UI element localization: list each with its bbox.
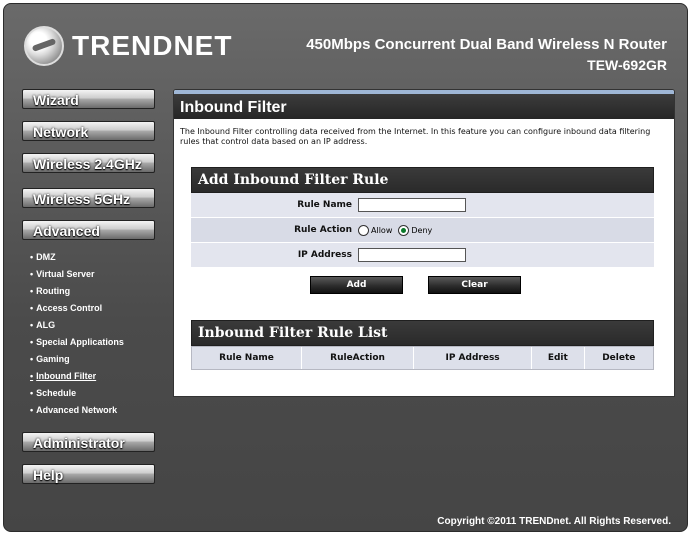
submenu-item-dmz[interactable]: • DMZ — [30, 249, 124, 266]
ip-address-label: IP Address — [297, 250, 352, 260]
product-title: 450Mbps Concurrent Dual Band Wireless N … — [306, 36, 667, 53]
bullet-icon: • — [30, 405, 34, 415]
advanced-submenu: • DMZ • Virtual Server • Routing • Access Co… — [30, 249, 124, 419]
rule-list-panel: Inbound Filter Rule List Rule Name RuleA… — [191, 320, 654, 370]
bullet-icon: • — [30, 371, 34, 381]
product-header: 450Mbps Concurrent Dual Band Wireless N … — [306, 34, 667, 76]
rule-action-row: Rule Action Allow Deny — [191, 218, 654, 243]
allow-radio[interactable] — [358, 224, 369, 236]
rule-list-header: Rule Name RuleAction IP Address Edit Del… — [191, 346, 654, 370]
deny-radio[interactable] — [398, 224, 410, 236]
menu-wireless-5ghz-button[interactable]: Wireless 5GHz — [22, 188, 155, 208]
add-rule-panel: Add Inbound Filter Rule Rule Name Rule A… — [191, 167, 654, 298]
bullet-icon: • — [30, 320, 34, 330]
column-edit: Edit — [532, 347, 585, 369]
bullet-icon: • — [30, 303, 34, 313]
clear-button[interactable]: Clear — [428, 276, 521, 294]
trendnet-logo: TRENDNET — [24, 26, 232, 66]
menu-network-button[interactable]: Network — [22, 121, 155, 141]
column-rule-action: RuleAction — [302, 347, 415, 369]
submenu-item-access-control[interactable]: • Access Control — [30, 300, 124, 317]
submenu-item-schedule[interactable]: • Schedule — [30, 385, 124, 402]
submenu-item-gaming[interactable]: • Gaming — [30, 351, 124, 368]
ip-address-input[interactable] — [358, 248, 466, 262]
trendnet-logo-icon — [24, 26, 64, 66]
allow-label: Allow — [371, 225, 393, 235]
main-content: Inbound Filter The Inbound Filter contro… — [173, 89, 675, 397]
page-description: The Inbound Filter controlling data rece… — [180, 127, 651, 146]
rule-name-row: Rule Name — [191, 193, 654, 218]
bullet-icon: • — [30, 388, 34, 398]
add-rule-heading: Add Inbound Filter Rule — [191, 167, 654, 193]
copyright-footer: Copyright ©2011 TRENDnet. All Rights Res… — [437, 516, 671, 527]
router-admin-window: TRENDNET 450Mbps Concurrent Dual Band Wi… — [3, 3, 688, 532]
rule-name-input[interactable] — [358, 198, 466, 212]
rule-action-label: Rule Action — [294, 225, 352, 235]
rule-list-heading: Inbound Filter Rule List — [191, 320, 654, 346]
rule-name-label: Rule Name — [297, 200, 352, 210]
bullet-icon: • — [30, 252, 34, 262]
submenu-item-routing[interactable]: • Routing — [30, 283, 124, 300]
rule-action-radio-group: Allow Deny — [358, 224, 438, 236]
menu-wireless-24ghz-button[interactable]: Wireless 2.4GHz — [22, 153, 155, 173]
submenu-item-virtual-server[interactable]: • Virtual Server — [30, 266, 124, 283]
bullet-icon: • — [30, 354, 34, 364]
submenu-item-advanced-network[interactable]: • Advanced Network — [30, 402, 124, 419]
bullet-icon: • — [30, 337, 34, 347]
bullet-icon: • — [30, 269, 34, 279]
column-delete: Delete — [602, 353, 636, 363]
column-ip-address: IP Address — [414, 347, 533, 369]
menu-help-button[interactable]: Help — [22, 464, 155, 484]
menu-advanced-button[interactable]: Advanced — [22, 220, 155, 240]
menu-wizard-button[interactable]: Wizard — [22, 89, 155, 109]
menu-administrator-button[interactable]: Administrator — [22, 432, 155, 452]
logo-text: TRENDNET — [72, 30, 233, 61]
column-rule-name: Rule Name — [192, 347, 303, 369]
submenu-item-alg[interactable]: • ALG — [30, 317, 124, 334]
deny-label: Deny — [411, 225, 433, 235]
submenu-item-special-applications[interactable]: • Special Applications — [30, 334, 124, 351]
add-button[interactable]: Add — [310, 276, 403, 294]
ip-address-row: IP Address — [191, 243, 654, 268]
bullet-icon: • — [30, 286, 34, 296]
product-model: TEW-692GR — [587, 57, 667, 73]
page-title: Inbound Filter — [174, 90, 674, 119]
form-buttons: Add Clear — [191, 268, 654, 298]
submenu-item-inbound-filter[interactable]: • Inbound Filter — [30, 368, 124, 385]
